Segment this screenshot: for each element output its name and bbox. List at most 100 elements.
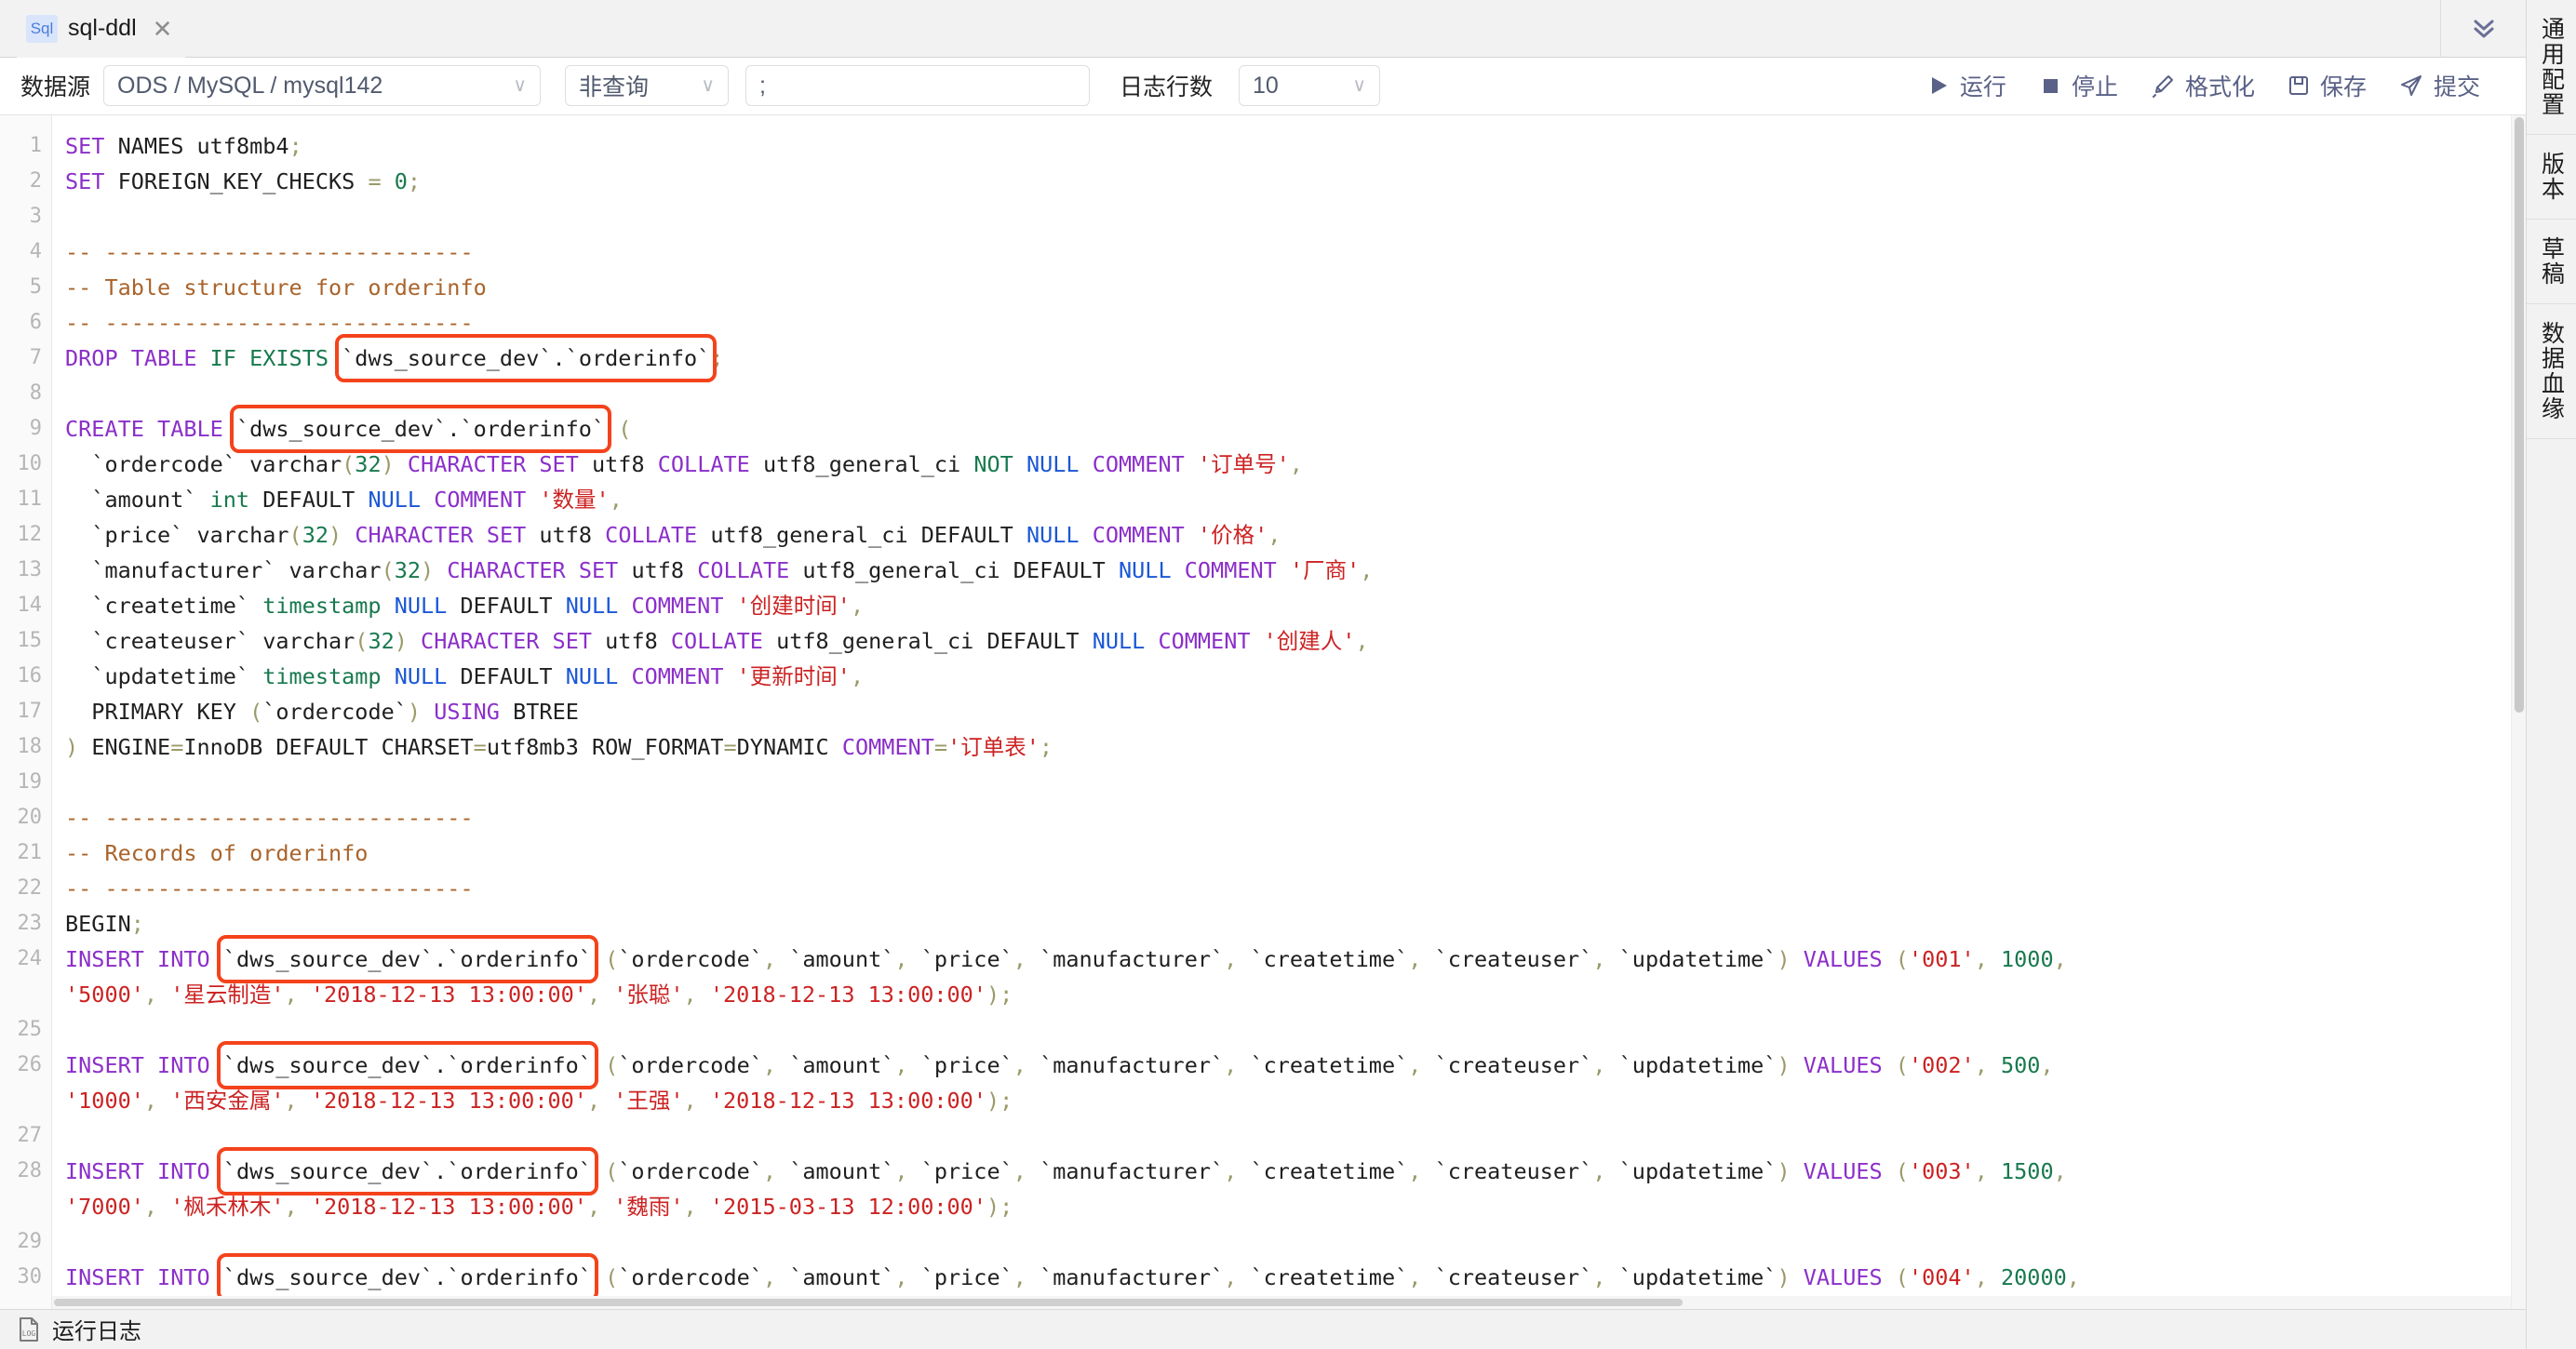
line-number: 6 xyxy=(0,305,51,341)
sql-file-icon: Sql xyxy=(26,15,58,43)
editor-horizontal-scrollbar[interactable] xyxy=(52,1296,2511,1309)
datasource-label: 数据源 xyxy=(20,69,90,102)
stop-button[interactable]: 停止 xyxy=(2022,61,2134,110)
code-line: ) ENGINE=InnoDB DEFAULT CHARSET=utf8mb3 … xyxy=(65,729,2526,765)
code-line: INSERT INTO `dws_source_dev`.`orderinfo`… xyxy=(65,1048,2526,1083)
query-mode-value: 非查询 xyxy=(579,69,649,102)
code-line: `createtime` timestamp NULL DEFAULT NULL… xyxy=(65,588,2526,623)
floppy-disk-icon xyxy=(2287,73,2311,98)
code-line: SET FOREIGN_KEY_CHECKS = 0; xyxy=(65,164,2526,199)
line-number: 3 xyxy=(0,199,51,234)
line-number: 20 xyxy=(0,800,51,835)
code-line xyxy=(65,1118,2526,1154)
query-mode-select[interactable]: 非查询 ∨ xyxy=(565,65,729,106)
line-number: 14 xyxy=(0,588,51,623)
code-line: -- ---------------------------- xyxy=(65,305,2526,341)
line-number: 30 xyxy=(0,1260,51,1295)
line-number: 5 xyxy=(0,270,51,305)
highlighted-table-name: `dws_source_dev`.`orderinfo` xyxy=(223,1048,592,1083)
line-number: 13 xyxy=(0,553,51,588)
scrollbar-thumb[interactable] xyxy=(54,1299,1683,1306)
code-line: INSERT INTO `dws_source_dev`.`orderinfo`… xyxy=(65,942,2526,977)
code-line: '7000', '枫禾林木', '2018-12-13 13:00:00', '… xyxy=(65,1189,2526,1224)
loglines-label: 日志行数 xyxy=(1120,69,1213,102)
line-number: 8 xyxy=(0,376,51,411)
send-icon xyxy=(2398,73,2424,99)
rail-spacer xyxy=(2527,439,2576,1349)
chevron-down-icon: ∨ xyxy=(513,76,527,95)
loglines-select[interactable]: 10 ∨ xyxy=(1239,65,1380,106)
line-number-gutter: 1234567891011121314151617181920212223242… xyxy=(0,115,52,1309)
delimiter-input[interactable]: ; xyxy=(745,65,1090,106)
line-number: 18 xyxy=(0,729,51,765)
tab-bar: Sql sql-ddl ✕ xyxy=(0,0,2526,58)
line-number: 25 xyxy=(0,1012,51,1048)
code-line: `price` varchar(32) CHARACTER SET utf8 C… xyxy=(65,517,2526,553)
editor-vertical-scrollbar[interactable] xyxy=(2511,115,2526,1309)
line-number: 9 xyxy=(0,411,51,447)
sql-editor[interactable]: 1234567891011121314151617181920212223242… xyxy=(0,115,2526,1309)
format-button[interactable]: 格式化 xyxy=(2134,61,2271,110)
format-button-label: 格式化 xyxy=(2185,69,2255,102)
rail-item-draft[interactable]: 草稿 xyxy=(2527,220,2576,304)
rail-item-general-config[interactable]: 通用配置 xyxy=(2527,0,2576,135)
sql-code-area[interactable]: SET NAMES utf8mb4;SET FOREIGN_KEY_CHECKS… xyxy=(52,115,2526,1309)
run-log-button[interactable]: LOG 运行日志 xyxy=(17,1313,141,1345)
line-number-blank xyxy=(0,1083,51,1118)
line-number-blank xyxy=(0,1189,51,1224)
save-button[interactable]: 保存 xyxy=(2271,61,2382,110)
highlighted-table-name: `dws_source_dev`.`orderinfo` xyxy=(223,1260,592,1295)
delimiter-value: ; xyxy=(759,73,766,100)
run-button-label: 运行 xyxy=(1960,69,2006,102)
line-number: 22 xyxy=(0,871,51,906)
code-line: `createuser` varchar(32) CHARACTER SET u… xyxy=(65,623,2526,659)
line-number: 19 xyxy=(0,765,51,800)
code-line xyxy=(65,1012,2526,1048)
line-number: 27 xyxy=(0,1118,51,1154)
code-line xyxy=(65,199,2526,234)
tab-bar-right xyxy=(2440,0,2526,58)
window-body: Sql sql-ddl ✕ 数据源 ODS / M xyxy=(0,0,2576,1349)
line-number: 17 xyxy=(0,694,51,729)
code-line: `updatetime` timestamp NULL DEFAULT NULL… xyxy=(65,659,2526,694)
code-line: INSERT INTO `dws_source_dev`.`orderinfo`… xyxy=(65,1154,2526,1189)
highlighted-table-name: `dws_source_dev`.`orderinfo` xyxy=(223,942,592,977)
collapse-panel-button[interactable] xyxy=(2440,0,2526,58)
save-button-label: 保存 xyxy=(2320,69,2367,102)
code-line: PRIMARY KEY (`ordercode`) USING BTREE xyxy=(65,694,2526,729)
tab-sql-ddl[interactable]: Sql sql-ddl ✕ xyxy=(17,0,185,58)
datasource-value: ODS / MySQL / mysql142 xyxy=(117,73,382,100)
chevron-down-icon: ∨ xyxy=(701,76,715,95)
run-button[interactable]: 运行 xyxy=(1911,61,2022,110)
rail-item-version[interactable]: 版本 xyxy=(2527,135,2576,220)
code-line: -- Records of orderinfo xyxy=(65,835,2526,871)
scrollbar-thumb[interactable] xyxy=(2515,117,2524,713)
code-line: -- Table structure for orderinfo xyxy=(65,270,2526,305)
code-line: SET NAMES utf8mb4; xyxy=(65,128,2526,164)
play-icon xyxy=(1926,73,1951,98)
submit-button[interactable]: 提交 xyxy=(2382,61,2496,110)
chevron-down-icon: ∨ xyxy=(1352,76,1366,95)
stop-button-label: 停止 xyxy=(2072,69,2118,102)
status-bar: LOG 运行日志 xyxy=(0,1309,2526,1349)
line-number: 2 xyxy=(0,164,51,199)
line-number: 16 xyxy=(0,659,51,694)
highlighted-table-name: `dws_source_dev`.`orderinfo` xyxy=(236,411,605,447)
line-number: 26 xyxy=(0,1048,51,1083)
line-number: 21 xyxy=(0,835,51,871)
code-line xyxy=(65,376,2526,411)
code-line: -- ---------------------------- xyxy=(65,234,2526,270)
svg-text:LOG: LOG xyxy=(22,1329,36,1338)
submit-button-label: 提交 xyxy=(2434,69,2480,102)
brush-icon xyxy=(2150,73,2176,99)
rail-item-data-lineage[interactable]: 数据血缘 xyxy=(2527,304,2576,439)
line-number: 12 xyxy=(0,517,51,553)
tab-label: sql-ddl xyxy=(68,15,137,42)
line-number: 29 xyxy=(0,1224,51,1260)
log-file-icon: LOG xyxy=(17,1316,41,1342)
line-number: 4 xyxy=(0,234,51,270)
close-icon[interactable]: ✕ xyxy=(153,17,173,41)
stop-icon xyxy=(2038,73,2062,98)
line-number: 10 xyxy=(0,447,51,482)
datasource-select[interactable]: ODS / MySQL / mysql142 ∨ xyxy=(103,65,541,106)
